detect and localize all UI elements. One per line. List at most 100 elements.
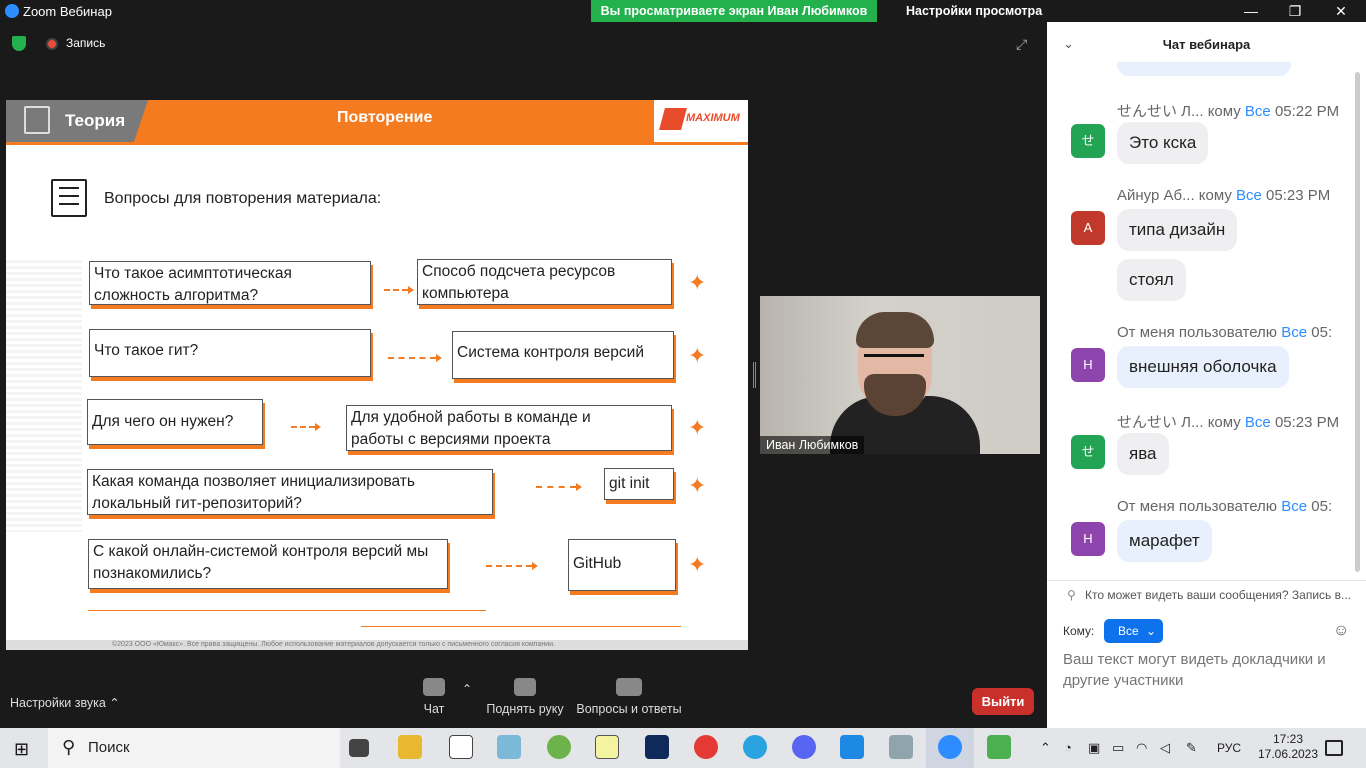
star-icon-5: ✦ (688, 552, 707, 577)
battery-icon[interactable]: ▭ (1112, 740, 1124, 756)
close-button[interactable]: ✕ (1318, 0, 1364, 22)
screen-share-banner: Вы просматриваете экран Иван Любимков (591, 0, 877, 22)
message-meta: От меня пользователю Все 05: (1117, 498, 1333, 515)
answer-box-5: GitHub (568, 539, 676, 591)
decorative-line (88, 610, 486, 611)
message-bubble: марафет (1117, 520, 1212, 562)
clock[interactable]: 17:23 17.06.2023 (1256, 732, 1320, 762)
wifi-icon[interactable]: ◠ (1136, 740, 1147, 756)
hand-icon (514, 678, 536, 696)
qa-button[interactable]: Вопросы и ответы (576, 678, 682, 716)
view-settings-button[interactable]: Настройки просмотра ⌄ (896, 0, 1048, 40)
clock-date: 17.06.2023 (1257, 747, 1319, 761)
paint-icon[interactable] (497, 735, 521, 759)
chat-privacy-note[interactable]: ⚲ Кто может видеть ваши сообщения? Запис… (1047, 580, 1366, 608)
app-icon[interactable] (987, 735, 1011, 759)
answer-box-2: Система контроля версий (452, 331, 674, 379)
recipient-label: Кому: (1063, 624, 1095, 638)
qa-label: Вопросы и ответы (576, 702, 682, 716)
message-bubble: Это кска (1117, 122, 1209, 164)
avatar[interactable]: А (1071, 211, 1105, 245)
restore-button[interactable]: ❐ (1272, 0, 1318, 22)
message-bubble: типа дизайн (1117, 209, 1238, 251)
yandex-icon[interactable] (694, 735, 718, 759)
chevron-up-icon[interactable]: ⌃ (1040, 740, 1051, 756)
minimize-button[interactable]: — (1228, 0, 1274, 22)
checklist-icon (51, 179, 87, 217)
chat-button[interactable]: Чат (414, 678, 454, 716)
notes-icon[interactable] (889, 735, 913, 759)
recipient-select[interactable]: Все ⌄ (1104, 619, 1163, 643)
chat-options-chevron-icon[interactable]: ⌃ (462, 682, 472, 696)
star-icon-2: ✦ (688, 343, 707, 368)
zoom-icon[interactable] (938, 735, 962, 759)
qgis-icon[interactable] (547, 735, 571, 759)
question-box-5: С какой онлайн-системой контроля версий … (88, 539, 448, 589)
dashed-arrow-2 (388, 354, 442, 362)
language-indicator[interactable]: РУС (1217, 741, 1241, 755)
message-bubble: внешняя оболочка (1117, 346, 1289, 388)
answer-box-1: Способ подсчета ресурсов компьютера (417, 259, 672, 305)
file-explorer-icon[interactable] (398, 735, 422, 759)
previous-message-bubble (1117, 62, 1291, 76)
raise-hand-button[interactable]: Поднять руку (484, 678, 566, 716)
chat-icon (423, 678, 445, 696)
slide-title: Повторение (337, 109, 433, 126)
telegram-icon[interactable] (743, 735, 767, 759)
maximum-logo: MAXIMUM (686, 112, 740, 124)
message-bubble: стоял (1117, 259, 1186, 301)
answer-box-4: git init (604, 468, 674, 500)
dashed-arrow-4 (536, 483, 582, 491)
task-view-icon[interactable] (349, 739, 369, 757)
decorative-stripe (6, 260, 82, 532)
sound-settings-button[interactable]: Настройки звука ⌃ (10, 695, 120, 710)
discord-icon[interactable] (792, 735, 816, 759)
chevron-down-icon: ⌄ (1146, 624, 1157, 638)
notification-icon[interactable] (1325, 740, 1343, 756)
slide-subtitle: Вопросы для повторения материала: (104, 190, 382, 207)
exit-button[interactable]: Выйти (972, 688, 1034, 715)
windows-start-icon[interactable]: ⊞ (14, 740, 32, 758)
book-icon (24, 106, 50, 134)
avatar[interactable]: Н (1071, 348, 1105, 382)
clock-time: 17:23 (1272, 732, 1304, 746)
notepad-icon[interactable] (449, 735, 473, 759)
volume-icon[interactable]: ◁ (1160, 740, 1170, 756)
record-label[interactable]: Запись (66, 36, 105, 50)
message-meta: せんせい Л... кому Все 05:23 PM (1117, 414, 1340, 431)
zoom-app-icon (5, 4, 19, 18)
taskbar: ⊞ ⚲ Поиск ⌃ ◔ ▣ ▭ ◠ ◁ ✎ РУС 17:23 17.06.… (0, 728, 1366, 768)
vscode-icon[interactable] (840, 735, 864, 759)
qa-icon (616, 678, 642, 696)
security-shield-icon[interactable] (12, 36, 26, 51)
star-icon-1: ✦ (688, 270, 707, 295)
chat-input[interactable] (1063, 649, 1353, 697)
header-underline (6, 142, 748, 145)
slide-section-label: Теория (65, 111, 126, 130)
question-box-1: Что такое асимптотическая сложность алго… (89, 261, 371, 305)
splitter-handle[interactable] (753, 362, 756, 388)
star-icon-4: ✦ (688, 473, 707, 498)
avatar[interactable]: せ (1071, 124, 1105, 158)
window-title: Zoom Вебинар (23, 4, 112, 19)
star-icon-3: ✦ (688, 415, 707, 440)
taskbar-search[interactable]: ⚲ Поиск (48, 728, 340, 768)
title-bar: Zoom Вебинар Вы просматриваете экран Ива… (0, 0, 1366, 40)
chat-scrollbar[interactable] (1355, 72, 1360, 572)
presenter-hair (856, 312, 934, 348)
presenter-video[interactable]: Иван Любимков (760, 296, 1040, 454)
avatar[interactable]: Н (1071, 522, 1105, 556)
slide-header: Теория Повторение MAXIMUM (6, 100, 748, 142)
emoji-icon[interactable]: ☺ (1333, 622, 1349, 640)
photoshop-icon[interactable] (645, 735, 669, 759)
avatar[interactable]: せ (1071, 435, 1105, 469)
abc-net-icon[interactable] (595, 735, 619, 759)
pen-icon[interactable]: ✎ (1186, 740, 1197, 756)
record-icon (46, 38, 58, 50)
message-bubble: ява (1117, 433, 1169, 475)
tray-app-icon[interactable]: ▣ (1088, 740, 1100, 756)
dashed-arrow-5 (486, 562, 538, 570)
fullscreen-icon[interactable]: ⤢ (1016, 36, 1032, 52)
tray-app-icon[interactable]: ◔ (1064, 740, 1072, 755)
decorative-line (361, 626, 681, 627)
